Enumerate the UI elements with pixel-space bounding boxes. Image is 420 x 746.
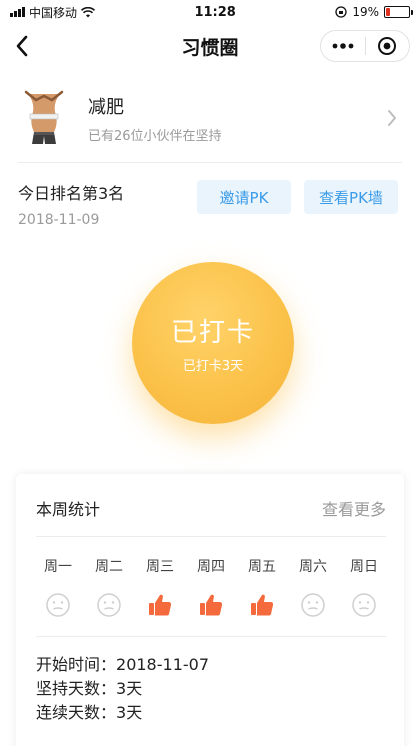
day-column: 周二 — [87, 556, 131, 618]
start-time-label: 开始时间： — [36, 655, 117, 674]
status-right: 19% — [335, 5, 413, 19]
day-label: 周四 — [197, 559, 225, 575]
card-title: 本周统计 — [36, 500, 101, 519]
day-column: 周三 — [138, 556, 182, 618]
persist-days-row: 坚持天数：3天 — [36, 678, 209, 700]
weekly-stats-card: 本周统计 查看更多 周一 周二 周三 周四 周五 周六 周日 开始时间：2018-11-07… — [16, 474, 404, 746]
page-title: 习惯圈 — [181, 36, 239, 59]
mini-program-capsule — [320, 30, 410, 62]
battery-level — [385, 8, 391, 16]
battery-percent: 19% — [352, 5, 379, 19]
habit-text: 减肥 已有26位小伙伴在坚持 — [88, 93, 382, 144]
target-circle-icon — [378, 37, 397, 55]
wifi-icon — [81, 6, 96, 17]
streak-days-value: 3天 — [116, 703, 143, 722]
status-bar: 中国移动 11:28 19% — [0, 0, 420, 24]
ranking-info: 今日排名第3名 2018-11-09 — [18, 180, 124, 228]
day-label: 周三 — [146, 559, 174, 575]
week-days: 周一 周二 周三 周四 周五 周六 周日 — [36, 556, 386, 618]
thumbs-up-icon — [251, 594, 274, 616]
neutral-face-icon — [46, 593, 70, 617]
day-column: 周五 — [240, 556, 284, 618]
more-dots-icon — [332, 43, 354, 49]
habit-title: 减肥 — [88, 96, 124, 118]
signal-icon — [10, 7, 25, 17]
persist-days-value: 3天 — [116, 679, 143, 698]
rank-date: 2018-11-09 — [18, 212, 100, 228]
neutral-face-icon — [301, 593, 325, 617]
card-divider — [36, 636, 386, 637]
day-column: 周日 — [342, 556, 386, 618]
checkin-button[interactable]: 已打卡 已打卡3天 — [132, 262, 294, 424]
habit-header[interactable]: 减肥 已有26位小伙伴在坚持 — [0, 80, 420, 156]
invite-pk-button[interactable]: 邀请PK — [197, 180, 291, 214]
neutral-face-icon — [352, 593, 376, 617]
thumbs-up-icon — [200, 594, 223, 616]
view-more-link[interactable]: 查看更多 — [322, 496, 386, 520]
start-time-value: 2018-11-07 — [116, 655, 209, 674]
habit-arrow — [382, 108, 402, 128]
nav-bar: 习惯圈 — [0, 24, 420, 68]
view-pk-wall-button[interactable]: 查看PK墙 — [304, 180, 398, 214]
card-divider — [36, 536, 386, 537]
neutral-face-icon — [97, 593, 121, 617]
streak-days-label: 连续天数： — [36, 703, 117, 722]
section-divider — [18, 162, 402, 163]
close-button[interactable] — [366, 31, 410, 61]
day-label: 周日 — [350, 559, 378, 575]
streak-days-row: 连续天数：3天 — [36, 702, 209, 724]
status-time: 11:28 — [194, 4, 236, 20]
chevron-right-icon — [388, 110, 396, 126]
start-time-row: 开始时间：2018-11-07 — [36, 654, 209, 676]
thumbs-up-icon — [149, 594, 172, 616]
day-label: 周六 — [299, 559, 327, 575]
rank-title: 今日排名第3名 — [18, 184, 125, 203]
habit-subtitle: 已有26位小伙伴在坚持 — [88, 128, 222, 144]
card-header: 本周统计 查看更多 — [36, 496, 386, 520]
day-column: 周六 — [291, 556, 335, 618]
status-left: 中国移动 — [10, 4, 96, 21]
carrier-label: 中国移动 — [29, 5, 78, 20]
battery-icon — [383, 6, 413, 18]
day-column: 周一 — [36, 556, 80, 618]
checkin-status: 已打卡 — [170, 318, 255, 348]
waist-measure-icon — [24, 90, 64, 144]
persist-days-label: 坚持天数： — [36, 679, 117, 698]
back-button[interactable] — [8, 32, 36, 60]
more-button[interactable] — [321, 31, 365, 61]
day-label: 周二 — [95, 559, 123, 575]
day-column: 周四 — [189, 556, 233, 618]
day-label: 周五 — [248, 559, 276, 575]
orientation-lock-icon — [335, 6, 347, 18]
chevron-left-icon — [16, 35, 28, 57]
stats-block: 开始时间：2018-11-07 坚持天数：3天 连续天数：3天 — [36, 654, 209, 726]
day-label: 周一 — [44, 559, 72, 575]
checkin-days: 已打卡3天 — [182, 359, 244, 374]
